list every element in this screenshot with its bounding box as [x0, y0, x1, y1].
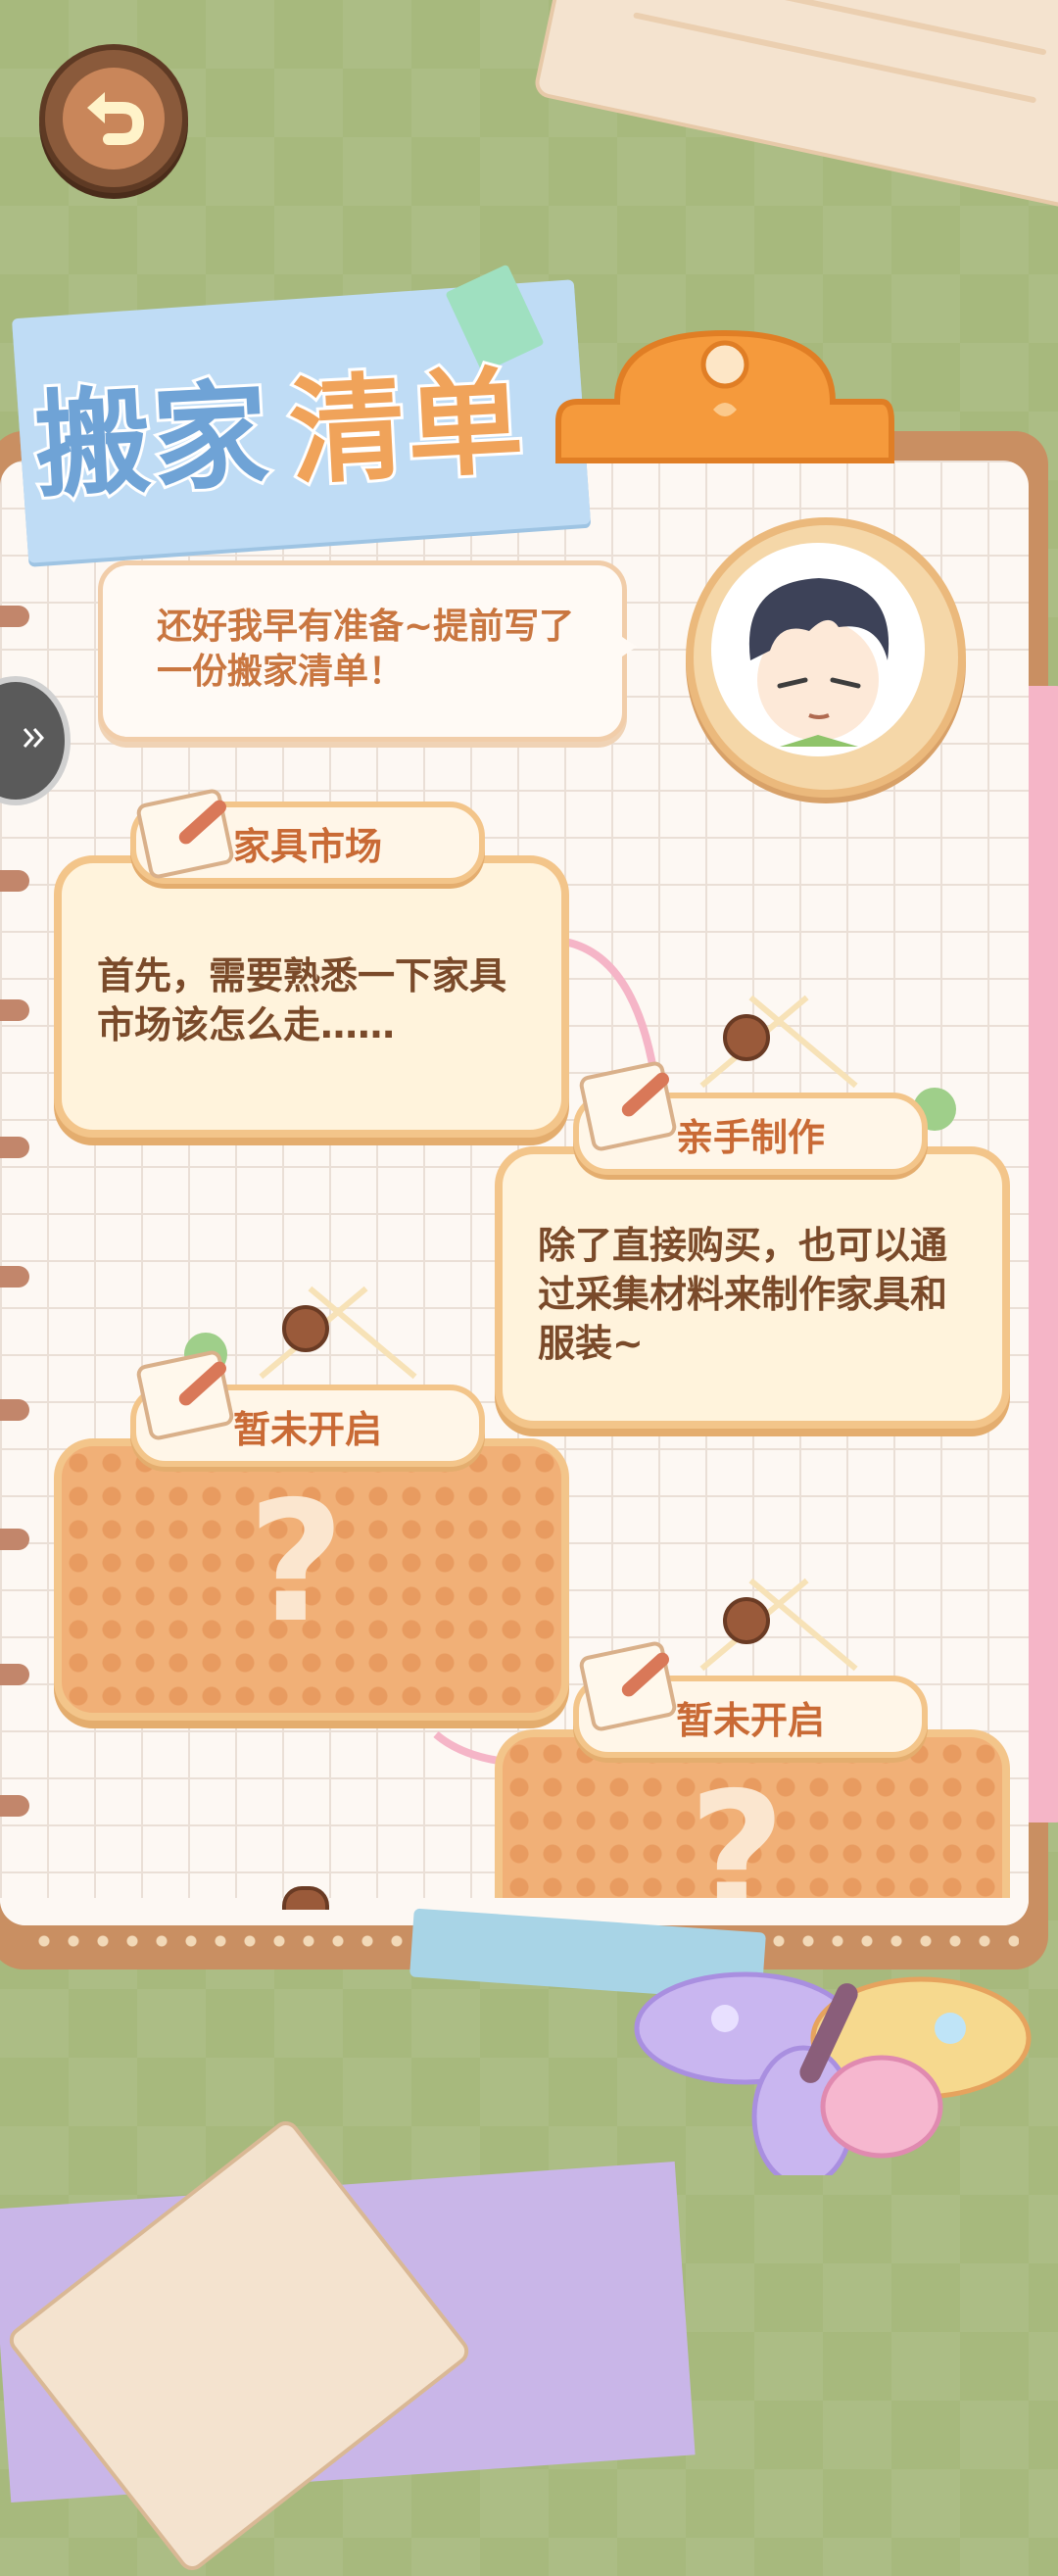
binder-ring	[0, 606, 29, 627]
speech-bubble: 还好我早有准备~提前写了一份搬家清单！	[98, 560, 627, 742]
character-portrait-icon	[748, 578, 890, 747]
binder-ring	[0, 1137, 29, 1158]
speech-text: 还好我早有准备~提前写了一份搬家清单！	[157, 607, 575, 692]
title-part-2: 清单	[283, 350, 531, 503]
task-card-furniture-market[interactable]: 首先，需要熟悉一下家具市场该怎么走……	[54, 855, 569, 1138]
page-title: 搬家 清单	[28, 318, 588, 523]
question-mark-icon: ?	[248, 1466, 345, 1660]
binder-ring	[0, 1399, 29, 1421]
pin-icon	[282, 1305, 329, 1352]
binder-ring	[0, 999, 29, 1021]
binder-ring	[0, 1795, 29, 1817]
card-description: 首先，需要熟悉一下家具市场该怎么走……	[97, 954, 507, 1046]
pin-icon	[723, 1014, 770, 1061]
top-paper-decoration	[532, 0, 1058, 211]
butterfly-icon	[634, 1971, 1032, 2175]
clipboard-clip-icon	[555, 329, 894, 463]
back-button[interactable]	[39, 44, 188, 193]
double-chevron-right-icon	[23, 728, 45, 748]
binder-ring	[0, 1664, 29, 1685]
binder-ring	[0, 1266, 29, 1288]
binder-ring	[0, 1529, 29, 1550]
card-description: 除了直接购买，也可以通过采集材料来制作家具和服装~	[538, 1224, 948, 1365]
pin-icon	[723, 1597, 770, 1644]
title-part-1: 搬家	[28, 364, 276, 516]
binder-ring	[0, 870, 29, 892]
task-card-handmade[interactable]: 除了直接购买，也可以通过采集材料来制作家具和服装~	[495, 1146, 1010, 1429]
back-arrow-icon	[87, 92, 145, 145]
notebook-pink-edge	[1029, 686, 1058, 1823]
speech-bubble-tail	[607, 627, 637, 666]
avatar	[711, 543, 925, 756]
locked-card: ?	[54, 1438, 569, 1721]
